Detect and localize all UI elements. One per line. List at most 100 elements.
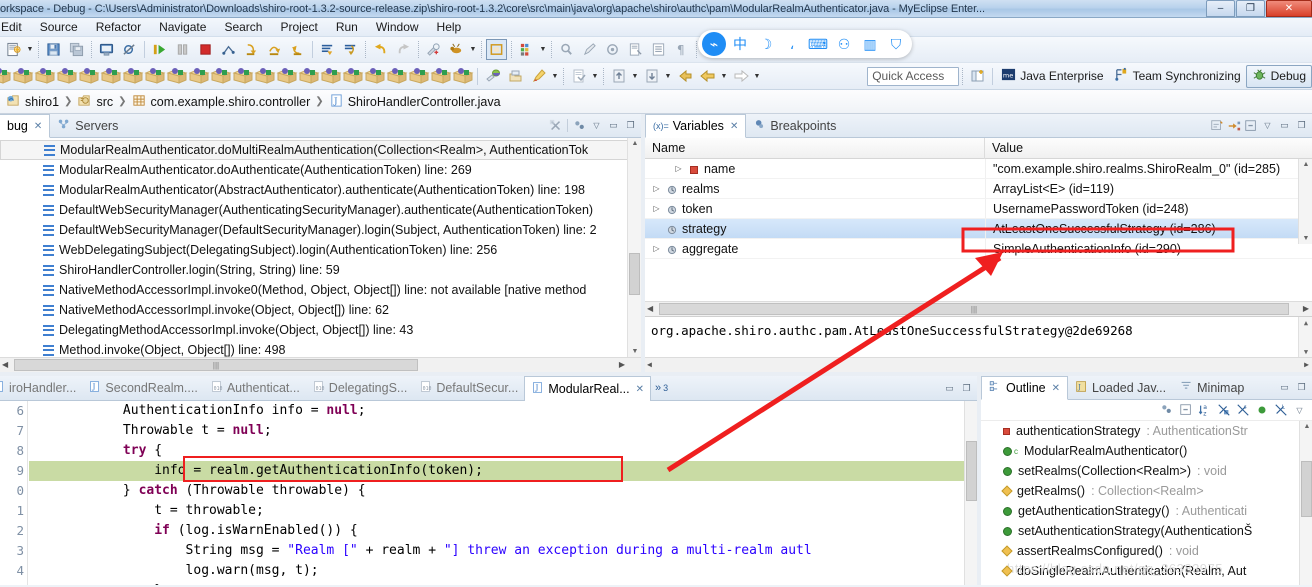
- step-into-icon[interactable]: [241, 39, 262, 60]
- outline-item[interactable]: authenticationStrategy : AuthenticationS…: [981, 421, 1312, 441]
- back-arrow-icon[interactable]: [674, 66, 695, 87]
- scroll-right-icon[interactable]: ▶: [1303, 304, 1309, 313]
- scroll-right-icon[interactable]: ▶: [1304, 360, 1309, 369]
- outline-item[interactable]: c ModularRealmAuthenticator(): [981, 441, 1312, 461]
- code-line[interactable]: try {: [29, 441, 977, 461]
- perspective-dropdown-icon[interactable]: ▼: [538, 40, 548, 60]
- editor-tab[interactable]: J SecondRealm....: [82, 376, 203, 400]
- myeclipse-wizard-icon-21[interactable]: [430, 66, 452, 86]
- editor-tab[interactable]: JiroHandler...: [0, 376, 82, 400]
- ime-chinese-icon[interactable]: 中: [728, 32, 752, 56]
- menu-edit[interactable]: Edit: [0, 18, 31, 36]
- scroll-left-icon[interactable]: ◀: [647, 304, 653, 313]
- resume-icon[interactable]: [149, 39, 170, 60]
- step-over-icon[interactable]: [264, 39, 285, 60]
- code-line[interactable]: } catch (Throwable throwable) {: [29, 481, 977, 501]
- variable-row[interactable]: ▷ name "com.example.shiro.realms.ShiroReal…: [645, 159, 1312, 179]
- stack-frame-row[interactable]: DelegatingMethodAccessorImpl.invoke(Obje…: [0, 320, 641, 340]
- new-wizard-dropdown-icon[interactable]: ▼: [25, 40, 35, 60]
- hide-static-icon[interactable]: s: [1235, 403, 1250, 418]
- debug-horizontal-scrollbar[interactable]: ◀ ||| ▶: [0, 357, 641, 372]
- use-step-filters-icon[interactable]: [317, 39, 338, 60]
- pencil-icon[interactable]: [579, 39, 600, 60]
- stack-frame-row[interactable]: Method.invoke(Object, Object[]) line: 49…: [0, 340, 641, 357]
- scroll-left-icon[interactable]: ◀: [2, 360, 8, 369]
- outline-view-menu-icon[interactable]: ▽: [1292, 403, 1307, 418]
- perspective-java-enterprise[interactable]: me Java Enterprise: [996, 65, 1108, 88]
- run-external-tools-icon[interactable]: [423, 39, 444, 60]
- myeclipse-wizard-icon-19[interactable]: [386, 66, 408, 86]
- save-icon[interactable]: [43, 39, 64, 60]
- ime-moon-icon[interactable]: ☽: [754, 32, 778, 56]
- code-line[interactable]: Throwable t = null;: [29, 421, 977, 441]
- close-button[interactable]: ✕: [1266, 0, 1312, 17]
- menu-window[interactable]: Window: [367, 18, 428, 36]
- scrollbar-thumb[interactable]: |||: [659, 303, 1289, 315]
- code-line[interactable]: info = realm.getAuthenticationInfo(token…: [29, 461, 977, 481]
- expand-arrow-icon[interactable]: ▷: [673, 164, 684, 173]
- terminal-icon[interactable]: [96, 39, 117, 60]
- open-perspective-button[interactable]: [967, 66, 988, 87]
- focus-on-active-task-icon[interactable]: [1159, 403, 1174, 418]
- search-icon[interactable]: [556, 39, 577, 60]
- code-line[interactable]: log.warn(msg, t);: [29, 561, 977, 581]
- open-db-icon[interactable]: [505, 66, 526, 87]
- minimize-editor-icon[interactable]: ▭: [942, 381, 957, 396]
- myeclipse-wizard-icon-1[interactable]: [0, 66, 12, 86]
- highlighter-icon[interactable]: [528, 66, 549, 87]
- myeclipse-wizard-icon-15[interactable]: [298, 66, 320, 86]
- myeclipse-wizard-icon-10[interactable]: [188, 66, 210, 86]
- variable-row[interactable]: strategy AtLeastOneSuccessfulStrategy (id…: [645, 219, 1312, 239]
- export-dropdown-icon[interactable]: ▼: [630, 66, 640, 86]
- collapse-all-outline-icon[interactable]: [1178, 403, 1193, 418]
- scroll-down-icon[interactable]: ▼: [630, 348, 640, 355]
- quick-access-input[interactable]: Quick Access: [867, 66, 960, 86]
- editor-tab[interactable]: 010 Authenticat...: [204, 376, 306, 400]
- myeclipse-wizard-icon-22[interactable]: [452, 66, 474, 86]
- scroll-up-icon[interactable]: ▲: [1302, 423, 1312, 430]
- tab-debug[interactable]: bug ✕: [0, 114, 51, 138]
- report-icon[interactable]: [625, 39, 646, 60]
- expand-arrow-icon[interactable]: ▷: [651, 184, 662, 193]
- run-ant-icon[interactable]: [446, 39, 467, 60]
- import-dropdown-icon[interactable]: ▼: [663, 66, 673, 86]
- myeclipse-wizard-icon-17[interactable]: [342, 66, 364, 86]
- suspend-icon[interactable]: [172, 39, 193, 60]
- outline-item[interactable]: getRealms() : Collection<Realm>: [981, 481, 1312, 501]
- scrollbar-thumb[interactable]: [1301, 461, 1312, 517]
- scroll-right-icon[interactable]: ▶: [619, 360, 625, 369]
- outline-vertical-scrollbar[interactable]: ▲: [1299, 421, 1312, 585]
- menu-source[interactable]: Source: [31, 18, 87, 36]
- maximize-view-icon[interactable]: ❐: [1294, 380, 1309, 395]
- variable-row[interactable]: ▷ token UsernamePasswordToken (id=248): [645, 199, 1312, 219]
- ime-shield-icon[interactable]: ⛉: [884, 32, 908, 56]
- validate-icon[interactable]: [568, 66, 589, 87]
- myeclipse-wizard-icon-7[interactable]: [122, 66, 144, 86]
- hide-fields-icon[interactable]: [1216, 403, 1231, 418]
- scrollbar-thumb[interactable]: [966, 441, 977, 501]
- stack-frame-row[interactable]: DefaultWebSecurityManager(DefaultSecurit…: [0, 220, 641, 240]
- close-icon[interactable]: ✕: [34, 121, 42, 132]
- stack-frame-row[interactable]: ModularRealmAuthenticator(AbstractAuthen…: [0, 180, 641, 200]
- myeclipse-wizard-icon-16[interactable]: [320, 66, 342, 86]
- myeclipse-wizard-icon-20[interactable]: [408, 66, 430, 86]
- myeclipse-wizard-icon-8[interactable]: [144, 66, 166, 86]
- minimize-view-icon[interactable]: ▭: [1277, 380, 1292, 395]
- sort-alphabetically-icon[interactable]: az: [1197, 403, 1212, 418]
- stack-frame-row[interactable]: NativeMethodAccessorImpl.invoke0(Method,…: [0, 280, 641, 300]
- close-icon[interactable]: ✕: [636, 384, 644, 395]
- view-menu-chevron-icon[interactable]: ▽: [589, 118, 604, 133]
- maximize-view-icon[interactable]: ❐: [1294, 118, 1309, 133]
- tab-minimap[interactable]: Minimap: [1173, 376, 1251, 399]
- myeclipse-wizard-icon-6[interactable]: [100, 66, 122, 86]
- save-all-icon[interactable]: [66, 39, 87, 60]
- outline-item[interactable]: setAuthenticationStrategy(Authentication…: [981, 521, 1312, 541]
- tab-breakpoints[interactable]: Breakpoints: [746, 114, 843, 137]
- scroll-up-icon[interactable]: ▲: [1301, 161, 1311, 168]
- back-nav-icon[interactable]: [697, 66, 718, 87]
- open-perspective-icon[interactable]: [516, 39, 537, 60]
- menu-run[interactable]: Run: [327, 18, 367, 36]
- menu-search[interactable]: Search: [215, 18, 271, 36]
- stack-frame-row[interactable]: ModularRealmAuthenticator.doAuthenticate…: [0, 160, 641, 180]
- minimize-button[interactable]: –: [1206, 0, 1235, 17]
